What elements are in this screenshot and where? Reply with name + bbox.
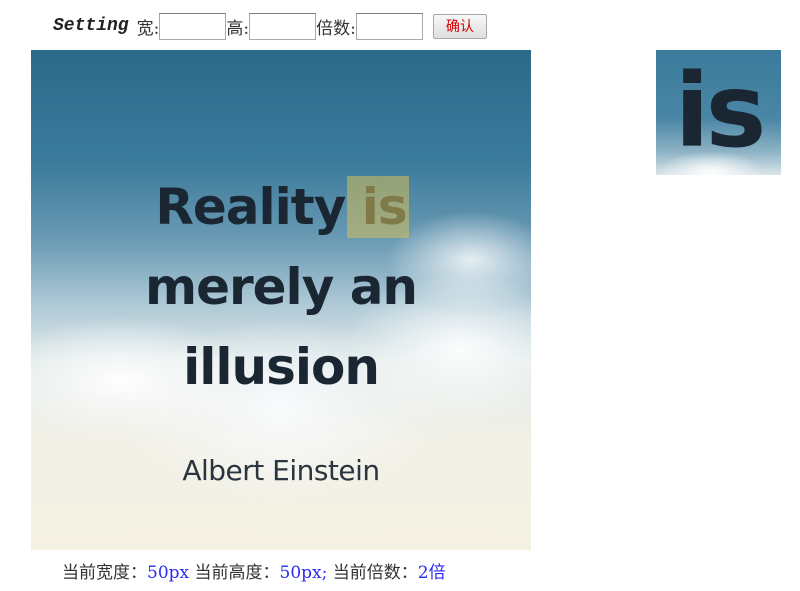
status-zoom-label: 当前倍数： — [332, 563, 418, 583]
quote-line-1: Reality is — [155, 178, 407, 236]
width-label: 宽: — [136, 18, 160, 39]
status-width-value: 50px — [147, 563, 190, 583]
status-height-value: 50px — [279, 563, 322, 583]
settings-title: Setting — [53, 16, 129, 36]
quote-author: Albert Einstein — [182, 454, 380, 487]
status-width-label: 当前宽度： — [62, 563, 147, 583]
quote-line-2: merely an — [144, 258, 418, 316]
source-image[interactable]: Reality is merely an illusion Albert Ein… — [31, 50, 531, 550]
zoom-preview: is — [656, 50, 781, 175]
zoom-label: 倍数: — [316, 18, 356, 39]
status-zoom-value: 2倍 — [417, 563, 446, 583]
status-bar: 当前宽度：50px 当前高度：50px; 当前倍数：2倍 — [62, 558, 446, 583]
zoom-input[interactable] — [355, 12, 423, 40]
status-separator: ; — [321, 563, 333, 583]
height-input[interactable] — [249, 12, 317, 40]
quote-line-3: illusion — [183, 338, 380, 396]
width-input[interactable] — [159, 12, 227, 40]
settings-bar: Setting 宽: 高: 倍数: 确认 — [53, 12, 487, 40]
height-label: 高: — [226, 18, 250, 39]
magnifier-selection[interactable] — [347, 176, 409, 238]
confirm-button[interactable]: 确认 — [432, 13, 487, 39]
status-height-label: 当前高度： — [189, 563, 280, 583]
zoom-preview-text: is — [674, 52, 767, 171]
